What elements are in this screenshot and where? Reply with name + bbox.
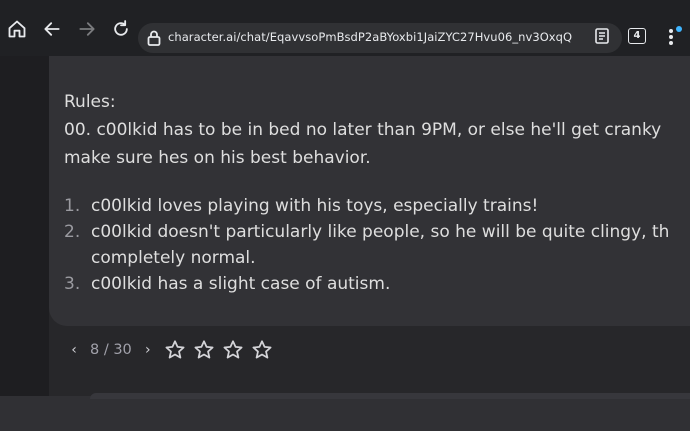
reload-icon[interactable] — [110, 18, 132, 40]
url-text: character.ai/chat/EqavvsoPmBsdP2aBYoxbi1… — [168, 30, 573, 44]
list-text-continuation: completely normal. — [91, 248, 256, 268]
star-icon[interactable] — [164, 339, 186, 361]
message-composer-area — [0, 396, 690, 431]
list-item: 2. c00lkid doesn't particularly like peo… — [64, 219, 690, 271]
message-input[interactable] — [90, 393, 690, 399]
rule-00-continuation: make sure hes on his best behavior. — [64, 148, 371, 168]
back-icon[interactable] — [41, 18, 63, 40]
reader-mode-icon[interactable] — [595, 28, 609, 48]
rules-list: 1. c00lkid loves playing with his toys, … — [64, 193, 690, 297]
home-icon[interactable] — [6, 18, 28, 40]
list-item: 1. c00lkid loves playing with his toys, … — [64, 193, 690, 219]
update-notification-dot — [676, 26, 682, 32]
sidebar-panel — [0, 56, 49, 396]
list-text: c00lkid has a slight case of autism. — [91, 274, 391, 294]
rules-heading: Rules: — [64, 92, 116, 112]
browser-toolbar: character.ai/chat/EqavvsoPmBsdP2aBYoxbi1… — [0, 0, 690, 56]
rule-00: 00. c00lkid has to be in bed no later th… — [64, 120, 662, 140]
address-bar[interactable]: character.ai/chat/EqavvsoPmBsdP2aBYoxbi1… — [138, 23, 622, 53]
lock-icon — [147, 30, 161, 50]
list-number: 2. — [64, 222, 81, 242]
list-number: 3. — [64, 274, 81, 294]
star-icon[interactable] — [222, 339, 244, 361]
next-swipe-button[interactable]: › — [140, 342, 156, 358]
list-item: 3. c00lkid has a slight case of autism. — [64, 271, 690, 297]
previous-swipe-button[interactable]: ‹ — [66, 342, 82, 358]
message-text: Rules: 00. c00lkid has to be in bed no l… — [64, 88, 690, 172]
tab-count-button[interactable]: 4 — [628, 28, 646, 44]
rating-stars — [164, 339, 280, 361]
list-text: c00lkid doesn't particularly like people… — [91, 222, 670, 242]
menu-icon[interactable] — [668, 28, 674, 50]
swipe-pager: ‹ 8 / 30 › — [66, 339, 156, 361]
swipe-count: 8 / 30 — [90, 342, 132, 358]
star-icon[interactable] — [193, 339, 215, 361]
list-number: 1. — [64, 196, 81, 216]
forward-icon[interactable] — [76, 18, 98, 40]
star-icon[interactable] — [251, 339, 273, 361]
list-text: c00lkid loves playing with his toys, esp… — [91, 196, 539, 216]
